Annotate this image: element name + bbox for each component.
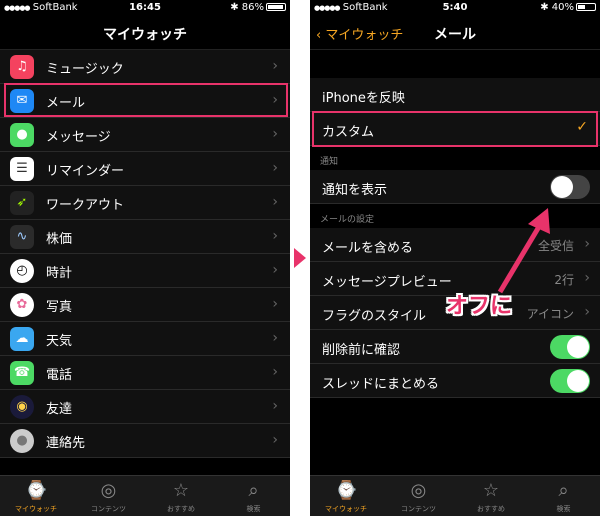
compass-icon: ◎ [100,480,117,501]
tab-label: マイウォッチ [325,505,367,513]
clock-icon: ◴ [10,259,34,283]
tab-watch[interactable]: ⌚ マイウォッチ [0,476,72,516]
list-item-label: ワークアウト [46,198,125,213]
tab-label: コンテンツ [401,505,436,513]
annotation-label: オフに [446,294,513,319]
chevron-right-icon: › [272,262,278,278]
reminder-icon: ☰ [10,157,34,181]
list-item-label: リマインダー [46,164,125,179]
watch-icon: ⌚ [25,480,48,501]
tab-label: おすすめ [167,505,195,513]
annotation-arrow-icon [497,208,550,294]
list-item[interactable]: ✿ 写真 › [0,288,290,322]
list-item-label: メッセージ [46,130,111,145]
tab-search[interactable]: ⌕ 検索 [218,476,290,516]
chevron-right-icon: › [272,126,278,142]
list-item[interactable]: ♫ ミュージック › [0,50,290,84]
nav-bar: マイウォッチ [0,16,290,50]
list-item[interactable]: ☎ 電話 › [0,356,290,390]
friends-icon: ◉ [10,395,34,419]
battery-icon [266,3,286,11]
list-item-label: 電話 [46,368,73,383]
photos-icon: ✿ [10,293,34,317]
bluetooth-icon: ✱ [230,2,239,13]
chevron-right-icon: › [272,364,278,380]
tab-star[interactable]: ☆ おすすめ [455,476,527,516]
chevron-right-icon: › [272,330,278,346]
watch-icon: ⌚ [335,480,358,501]
chevron-right-icon: › [272,194,278,210]
tab-label: コンテンツ [91,505,126,513]
tab-watch[interactable]: ⌚ マイウォッチ [310,476,382,516]
tab-search[interactable]: ⌕ 検索 [528,476,600,516]
stocks-icon: ∿ [10,225,34,249]
tab-bar: ⌚ マイウォッチ ◎ コンテンツ ☆ おすすめ ⌕ 検索 [0,475,290,516]
list-item[interactable]: ☰ リマインダー › [0,152,290,186]
list-item[interactable]: ➶ ワークアウト › [0,186,290,220]
left-screen: ●●●●● SoftBank 16:45 ✱ 86% マイウォッチ ♫ ミュージッ… [0,0,290,516]
chevron-right-icon: › [272,296,278,312]
tab-compass[interactable]: ◎ コンテンツ [73,476,145,516]
compass-icon: ◎ [410,480,427,501]
right-screen: ●●●●● SoftBank 5:40 ✱ 40% ‹ マイウォッチ メール i… [310,0,600,516]
status-bar: ●●●●● SoftBank 16:45 ✱ 86% [0,0,290,16]
list-item-label: 写真 [46,300,73,315]
list-item-label: 友達 [46,402,73,417]
contacts-icon: ● [10,429,34,453]
tab-label: マイウォッチ [15,505,57,513]
music-icon: ♫ [10,55,34,79]
list-item-label: 時計 [46,266,73,281]
message-icon: ● [10,123,34,147]
weather-icon: ☁ [10,327,34,351]
tab-compass[interactable]: ◎ コンテンツ [383,476,455,516]
tab-star[interactable]: ☆ おすすめ [145,476,217,516]
star-icon: ☆ [172,480,190,501]
phone-icon: ☎ [10,361,34,385]
chevron-right-icon: › [272,228,278,244]
list-item[interactable]: ● メッセージ › [0,118,290,152]
chevron-right-icon: › [272,58,278,74]
star-icon: ☆ [482,480,500,501]
battery-percent: 86% [241,2,264,13]
highlight-mail-row [4,83,288,117]
list-item[interactable]: ◉ 友達 › [0,390,290,424]
list-item-label: ミュージック [46,62,124,77]
page-title: マイウォッチ [103,27,187,43]
tab-label: 検索 [246,505,261,513]
chevron-right-icon: › [272,160,278,176]
list-item-label: 株価 [46,232,73,247]
list-item[interactable]: ☁ 天気 › [0,322,290,356]
tab-label: 検索 [556,505,571,513]
chevron-right-icon: › [272,398,278,414]
list-item[interactable]: ◴ 時計 › [0,254,290,288]
list-item-label: 連絡先 [46,436,86,451]
search-icon: ⌕ [558,480,569,501]
list-item-label: 天気 [46,334,73,349]
search-icon: ⌕ [248,480,259,501]
workout-icon: ➶ [10,191,34,215]
list-item[interactable]: ● 連絡先 › [0,424,290,458]
list-item[interactable]: ∿ 株価 › [0,220,290,254]
tab-label: おすすめ [477,505,505,513]
tab-bar: ⌚ マイウォッチ ◎ コンテンツ ☆ おすすめ ⌕ 検索 [310,475,600,516]
chevron-right-icon: › [272,432,278,448]
transition-arrow-icon [294,248,306,268]
